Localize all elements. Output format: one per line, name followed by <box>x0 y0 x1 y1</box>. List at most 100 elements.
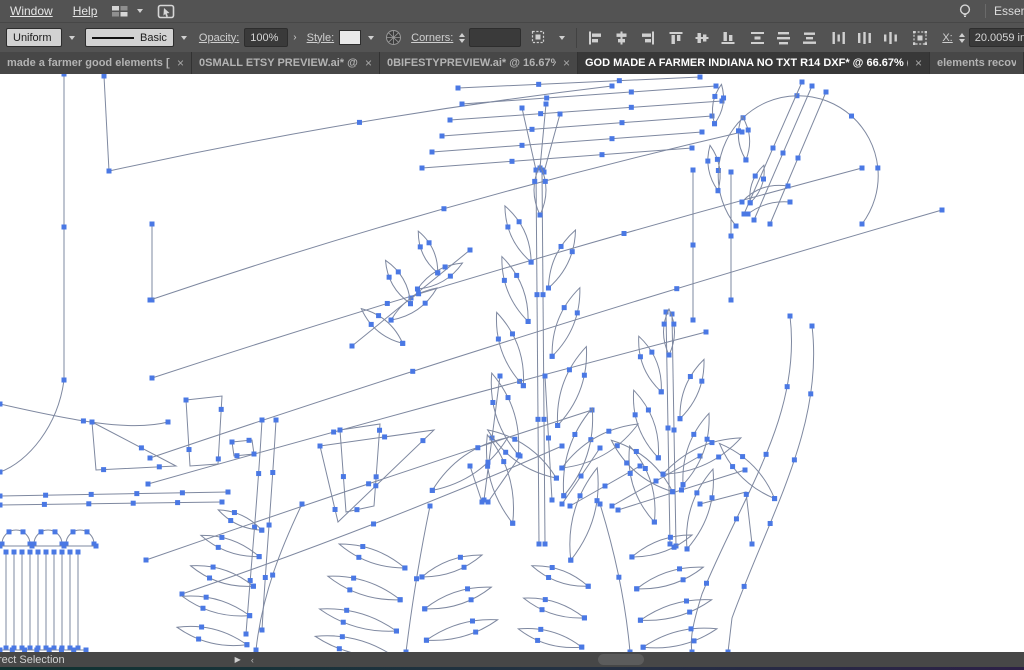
anchor-point[interactable] <box>674 286 679 291</box>
vector-path[interactable] <box>629 446 655 522</box>
align-vertical-bottom-icon[interactable] <box>721 31 736 45</box>
anchor-point[interactable] <box>415 287 420 292</box>
horizontal-scrollbar-thumb[interactable] <box>598 654 644 665</box>
anchor-point[interactable] <box>535 638 540 643</box>
anchor-point[interactable] <box>543 542 548 547</box>
anchor-point[interactable] <box>0 494 3 499</box>
anchor-point[interactable] <box>742 584 747 589</box>
anchor-point[interactable] <box>456 86 461 91</box>
anchor-point[interactable] <box>94 544 99 549</box>
anchor-point[interactable] <box>475 445 480 450</box>
anchor-point[interactable] <box>529 260 534 265</box>
anchor-point[interactable] <box>219 407 224 412</box>
anchor-point[interactable] <box>634 449 639 454</box>
anchor-point[interactable] <box>788 200 793 205</box>
anchor-point[interactable] <box>750 542 755 547</box>
vector-path[interactable] <box>315 636 393 652</box>
anchor-point[interactable] <box>543 179 548 184</box>
anchor-point[interactable] <box>740 200 745 205</box>
anchor-point[interactable] <box>860 222 865 227</box>
anchor-point[interactable] <box>628 471 633 476</box>
anchor-point[interactable] <box>4 550 9 555</box>
anchor-point[interactable] <box>347 587 352 592</box>
anchor-point[interactable] <box>570 249 575 254</box>
anchor-point[interactable] <box>622 231 627 236</box>
vector-path[interactable] <box>640 600 711 621</box>
anchor-point[interactable] <box>204 595 209 600</box>
anchor-point[interactable] <box>520 106 525 111</box>
anchor-point[interactable] <box>505 224 510 229</box>
anchor-point[interactable] <box>387 275 392 280</box>
anchor-point[interactable] <box>654 479 659 484</box>
anchor-point[interactable] <box>199 625 204 630</box>
corners-label[interactable]: Corners: <box>411 32 453 44</box>
anchor-point[interactable] <box>691 318 696 323</box>
anchor-point[interactable] <box>503 450 508 455</box>
menu-help[interactable]: Help <box>63 4 108 18</box>
anchor-point[interactable] <box>12 550 17 555</box>
vector-path[interactable] <box>0 502 222 505</box>
anchor-point[interactable] <box>691 168 696 173</box>
anchor-point[interactable] <box>226 490 231 495</box>
anchor-point[interactable] <box>558 112 563 117</box>
x-label[interactable]: X: <box>942 32 952 44</box>
anchor-point[interactable] <box>579 645 584 650</box>
anchor-point[interactable] <box>44 550 49 555</box>
anchor-point[interactable] <box>102 74 107 79</box>
anchor-point[interactable] <box>357 120 362 125</box>
opacity-label[interactable]: Opacity: <box>199 32 239 44</box>
anchor-point[interactable] <box>730 464 735 469</box>
anchor-point[interactable] <box>692 638 697 643</box>
vector-path[interactable] <box>182 446 562 594</box>
anchor-point[interactable] <box>157 464 162 469</box>
vector-path[interactable] <box>425 587 492 609</box>
anchor-point[interactable] <box>485 460 490 465</box>
anchor-point[interactable] <box>228 518 233 523</box>
vector-path[interactable] <box>361 309 402 344</box>
anchor-point[interactable] <box>710 114 715 119</box>
anchor-point[interactable] <box>543 597 548 602</box>
vector-path[interactable] <box>34 530 62 544</box>
share-screen-icon[interactable] <box>157 4 175 19</box>
anchor-point[interactable] <box>465 586 470 591</box>
anchor-point[interactable] <box>469 597 474 602</box>
anchor-point[interactable] <box>543 374 548 379</box>
anchor-point[interactable] <box>786 184 791 189</box>
anchor-point[interactable] <box>562 305 567 310</box>
anchor-point[interactable] <box>785 384 790 389</box>
anchor-point[interactable] <box>538 627 543 632</box>
anchor-point[interactable] <box>526 319 531 324</box>
anchor-point[interactable] <box>260 418 265 423</box>
vector-path[interactable] <box>552 288 580 357</box>
menu-window[interactable]: Window <box>0 4 63 18</box>
document-tab[interactable]: 0SMALL ETSY PREVIEW.ai* @ 25% (RG…× <box>192 52 380 74</box>
status-prev-icon[interactable]: ‹ <box>251 655 254 665</box>
vector-path[interactable] <box>700 492 752 544</box>
anchor-point[interactable] <box>196 637 201 642</box>
anchor-point[interactable] <box>408 301 413 306</box>
anchor-point[interactable] <box>550 498 555 503</box>
vector-path[interactable] <box>328 576 400 600</box>
anchor-point[interactable] <box>689 626 694 631</box>
anchor-point[interactable] <box>498 374 503 379</box>
vector-path[interactable] <box>148 332 706 484</box>
anchor-point[interactable] <box>440 134 445 139</box>
anchor-point[interactable] <box>252 452 257 457</box>
anchor-point[interactable] <box>62 544 67 549</box>
recolor-artwork-icon[interactable] <box>385 29 402 46</box>
anchor-point[interactable] <box>810 324 815 329</box>
anchor-point[interactable] <box>792 457 797 462</box>
anchor-point[interactable] <box>441 206 446 211</box>
anchor-point[interactable] <box>89 492 94 497</box>
vector-path[interactable] <box>632 535 692 557</box>
anchor-point[interactable] <box>743 157 748 162</box>
anchor-point[interactable] <box>824 90 829 95</box>
anchor-point[interactable] <box>699 379 704 384</box>
anchor-point[interactable] <box>641 645 646 650</box>
anchor-point[interactable] <box>610 84 615 89</box>
workspace-switcher[interactable]: Essen <box>994 4 1024 18</box>
anchor-point[interactable] <box>107 169 112 174</box>
anchor-point[interactable] <box>810 84 815 89</box>
vector-path[interactable] <box>536 170 539 544</box>
anchor-point[interactable] <box>382 434 387 439</box>
